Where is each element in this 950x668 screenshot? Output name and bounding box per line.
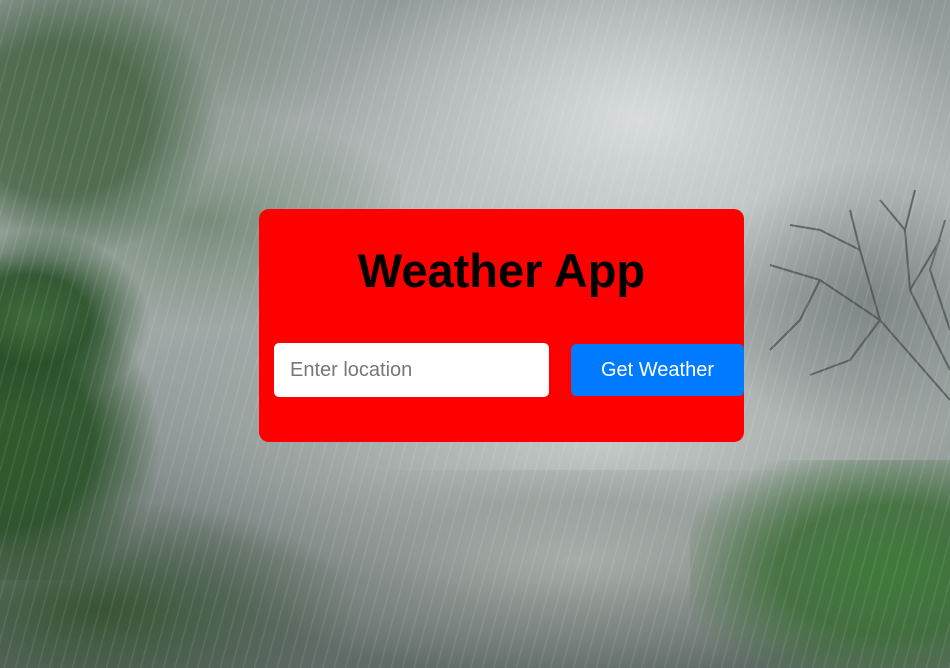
weather-card: Weather App Get Weather bbox=[259, 209, 744, 442]
get-weather-button[interactable]: Get Weather bbox=[571, 344, 744, 396]
app-title: Weather App bbox=[357, 244, 646, 297]
location-input[interactable] bbox=[274, 343, 549, 397]
